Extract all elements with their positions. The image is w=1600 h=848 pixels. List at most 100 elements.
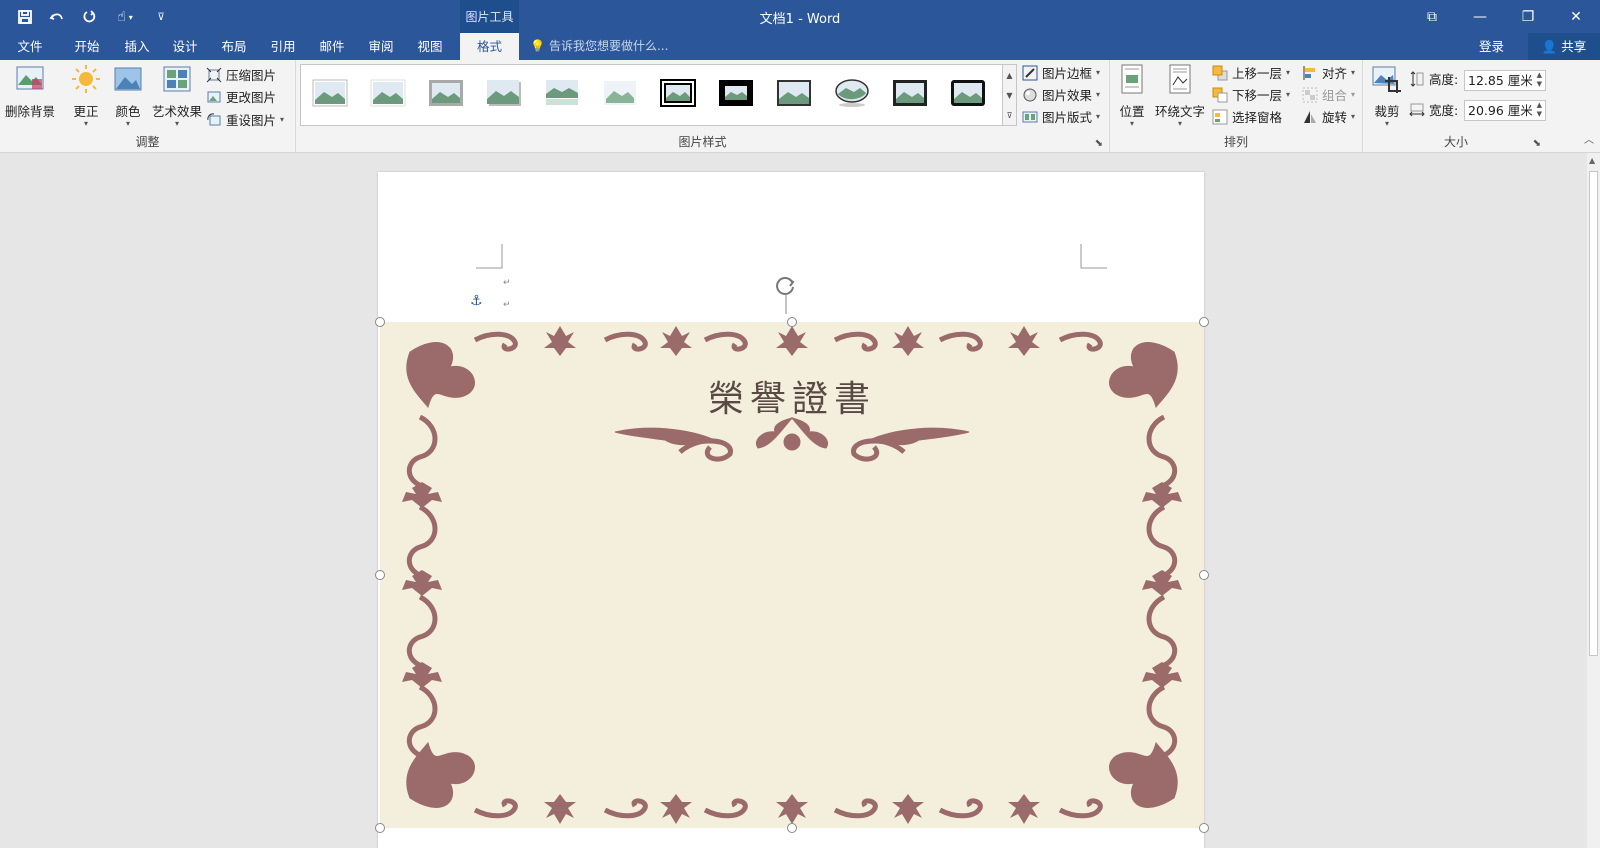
chevron-down-icon: ▾ bbox=[1177, 119, 1182, 128]
tab-review[interactable]: 审阅 bbox=[358, 33, 404, 60]
style-soft-edge[interactable] bbox=[368, 76, 408, 109]
gallery-more-icon[interactable]: ⊽ bbox=[1007, 111, 1013, 120]
share-button[interactable]: 👤 共享 bbox=[1528, 33, 1600, 60]
reset-picture-button[interactable]: 重设图片 ▾ bbox=[206, 109, 284, 130]
minimize-icon[interactable]: — bbox=[1456, 0, 1504, 33]
width-input[interactable]: 20.96 厘米 ▲ ▼ bbox=[1464, 100, 1546, 121]
style-drop-shadow[interactable] bbox=[484, 76, 524, 109]
style-metal-frame[interactable] bbox=[426, 76, 466, 109]
remove-background-icon bbox=[16, 66, 44, 90]
send-backward-button[interactable]: 下移一层 ▾ bbox=[1212, 84, 1290, 105]
scrollbar-thumb[interactable] bbox=[1589, 171, 1598, 656]
height-spinner[interactable]: ▲ ▼ bbox=[1537, 71, 1542, 89]
resize-handle-bottom[interactable] bbox=[787, 823, 797, 833]
tell-me-search[interactable]: 💡 告诉我您想要做什么... bbox=[530, 33, 668, 60]
picture-layout-button[interactable]: 图片版式 ▾ bbox=[1022, 106, 1100, 127]
resize-handle-top[interactable] bbox=[787, 317, 797, 327]
style-simple-frame[interactable] bbox=[310, 76, 350, 109]
wrap-text-icon bbox=[1169, 64, 1191, 94]
login-link[interactable]: 登录 bbox=[1479, 33, 1504, 60]
resize-handle-left[interactable] bbox=[375, 570, 385, 580]
height-input[interactable]: 12.85 厘米 ▲ ▼ bbox=[1464, 70, 1546, 91]
tab-format[interactable]: 格式 bbox=[460, 33, 519, 60]
window-title: 文档1 - Word bbox=[759, 12, 841, 27]
margin-mark-top-left bbox=[476, 244, 503, 269]
anchor-icon[interactable]: ⚓ bbox=[470, 293, 483, 309]
corrections-button[interactable]: 更正 ▾ bbox=[64, 63, 108, 128]
tab-references[interactable]: 引用 bbox=[260, 33, 306, 60]
customize-qat-icon[interactable]: ⊽ bbox=[148, 6, 174, 28]
chevron-down-icon[interactable]: ▼ bbox=[1006, 91, 1012, 100]
artistic-effects-button[interactable]: 艺术效果 ▾ bbox=[150, 63, 204, 128]
resize-handle-top-left[interactable] bbox=[375, 317, 385, 327]
bring-forward-icon bbox=[1212, 65, 1228, 80]
resize-handle-right[interactable] bbox=[1199, 570, 1209, 580]
chevron-down-icon: ▾ bbox=[1286, 90, 1291, 99]
chevron-down-icon: ▾ bbox=[280, 115, 285, 124]
paragraph-mark: ↵ bbox=[503, 300, 511, 310]
save-icon[interactable] bbox=[12, 6, 38, 28]
reset-picture-label: 重设图片 bbox=[226, 113, 277, 128]
style-reflected[interactable] bbox=[542, 76, 582, 109]
chevron-up-icon[interactable]: ▲ bbox=[1006, 71, 1012, 80]
corrections-label: 更正 bbox=[73, 104, 99, 119]
chevron-down-icon: ▾ bbox=[1096, 90, 1101, 99]
style-beveled-black[interactable] bbox=[890, 76, 930, 109]
ribbon-display-icon[interactable]: ⧉ bbox=[1408, 0, 1456, 33]
group-arrange-label: 排列 bbox=[1223, 135, 1248, 149]
restore-icon[interactable]: ❐ bbox=[1504, 0, 1552, 33]
remove-background-button[interactable]: 删除背景 bbox=[4, 63, 56, 120]
picture-effects-button[interactable]: 图片效果 ▾ bbox=[1022, 84, 1100, 105]
align-button[interactable]: 对齐 ▾ bbox=[1302, 62, 1355, 83]
redo-icon[interactable] bbox=[76, 6, 102, 28]
scroll-up-icon[interactable]: ▲ bbox=[1589, 156, 1595, 165]
resize-handle-top-right[interactable] bbox=[1199, 317, 1209, 327]
tab-mailings[interactable]: 邮件 bbox=[309, 33, 355, 60]
chevron-down-icon: ▾ bbox=[1384, 119, 1389, 128]
rotate-handle-icon[interactable] bbox=[772, 272, 800, 314]
align-icon bbox=[1303, 65, 1315, 80]
tab-view[interactable]: 视图 bbox=[407, 33, 453, 60]
reset-picture-icon bbox=[207, 112, 221, 125]
wrap-text-button[interactable]: 环绕文字 ▾ bbox=[1152, 63, 1208, 128]
rotate-button[interactable]: 旋转 ▾ bbox=[1302, 106, 1355, 127]
gallery-scroll[interactable]: ▲ ▼ ⊽ bbox=[1003, 64, 1017, 126]
style-oval[interactable] bbox=[832, 76, 872, 109]
color-button[interactable]: 颜色 ▾ bbox=[106, 63, 150, 128]
bring-forward-button[interactable]: 上移一层 ▾ bbox=[1212, 62, 1290, 83]
crop-button[interactable]: 裁剪 ▾ bbox=[1369, 63, 1405, 128]
tab-file[interactable]: 文件 bbox=[8, 33, 52, 60]
vertical-scrollbar[interactable]: ▲ bbox=[1587, 153, 1600, 848]
dialog-launcher-icon[interactable]: ⬊ bbox=[1095, 138, 1103, 149]
tab-insert[interactable]: 插入 bbox=[114, 33, 160, 60]
touch-mode-icon[interactable]: ☝ ▾ bbox=[108, 6, 142, 28]
change-picture-button[interactable]: 更改图片 bbox=[206, 86, 276, 107]
position-icon bbox=[1121, 64, 1143, 94]
title-bar: ☝ ▾ ⊽ 图片工具 文档1 - Word ⧉ — ❐ ✕ bbox=[0, 0, 1600, 33]
tab-design[interactable]: 设计 bbox=[162, 33, 208, 60]
picture-border-button[interactable]: 图片边框 ▾ bbox=[1022, 62, 1100, 83]
sun-icon bbox=[72, 65, 100, 93]
close-icon[interactable]: ✕ bbox=[1552, 0, 1600, 33]
group-button[interactable]: 组合 ▾ bbox=[1302, 84, 1355, 105]
position-button[interactable]: 位置 ▾ bbox=[1114, 63, 1150, 128]
certificate-picture[interactable]: 榮譽證書 bbox=[380, 322, 1204, 828]
style-rounded-black[interactable] bbox=[948, 76, 988, 109]
style-simple-black-frame[interactable] bbox=[774, 76, 814, 109]
dialog-launcher-icon[interactable]: ⬊ bbox=[1533, 138, 1541, 149]
margin-mark-top-right bbox=[1080, 244, 1107, 269]
style-double-frame-black[interactable] bbox=[658, 76, 698, 109]
collapse-ribbon-icon[interactable]: ︿ bbox=[1584, 131, 1594, 146]
width-spinner[interactable]: ▲ ▼ bbox=[1537, 101, 1542, 119]
resize-handle-bottom-left[interactable] bbox=[375, 823, 385, 833]
style-soft-edge-rect[interactable] bbox=[600, 76, 640, 109]
style-thick-matte-black[interactable] bbox=[716, 76, 756, 109]
compress-pictures-button[interactable]: 压缩图片 bbox=[206, 64, 276, 85]
selection-pane-button[interactable]: 选择窗格 bbox=[1212, 106, 1282, 127]
certificate-title: 榮譽證書 bbox=[707, 379, 876, 420]
tab-layout[interactable]: 布局 bbox=[211, 33, 257, 60]
resize-handle-bottom-right[interactable] bbox=[1199, 823, 1209, 833]
pencil-border-icon bbox=[1022, 65, 1038, 80]
undo-icon[interactable] bbox=[44, 6, 70, 28]
tab-home[interactable]: 开始 bbox=[64, 33, 110, 60]
